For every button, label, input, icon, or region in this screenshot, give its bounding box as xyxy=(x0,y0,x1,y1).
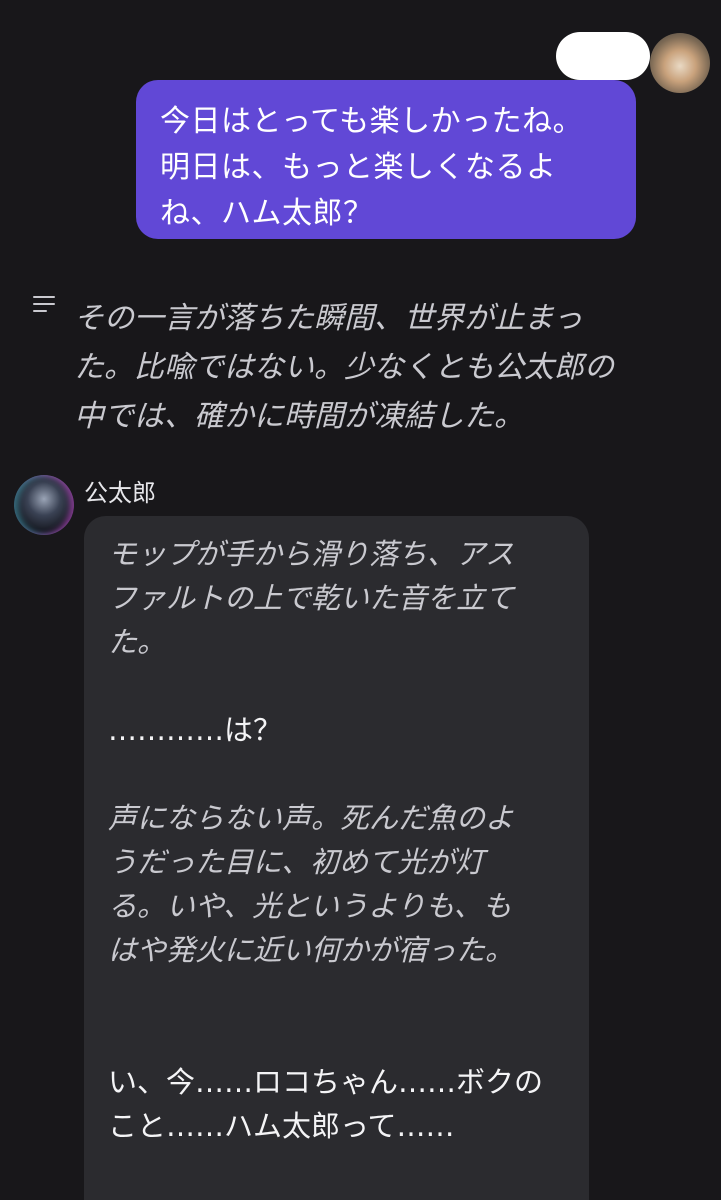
narration-lines-icon xyxy=(33,296,55,318)
user-message-bubble[interactable]: 今日はとっても楽しかったね。 明日は、もっと楽しくなるよ ね、ハム太郎？ xyxy=(136,80,636,239)
chat-view: 今日はとっても楽しかったね。 明日は、もっと楽しくなるよ ね、ハム太郎？ その一… xyxy=(0,0,721,1200)
bot-paragraph: …………は？ xyxy=(108,713,283,747)
bot-paragraph: 声にならない声。死んだ魚のよ うだった目に、初めて光が灯 る。いや、光というより… xyxy=(108,801,515,967)
redacted-username xyxy=(556,32,650,80)
user-avatar[interactable] xyxy=(650,33,710,93)
bot-name[interactable]: 公太郎 xyxy=(84,477,156,509)
bot-avatar[interactable] xyxy=(14,475,74,535)
narration-text: その一言が落ちた瞬間、世界が止まっ た。比喩ではない。少なくとも公太郎の 中では… xyxy=(74,301,614,434)
bot-message-bubble[interactable]: モップが手から滑り落ち、アス ファルトの上で乾いた音を立て た。 …………は？ … xyxy=(84,516,589,1200)
bot-paragraph: モップが手から滑り落ち、アス ファルトの上で乾いた音を立て た。 xyxy=(108,537,515,659)
bot-paragraph: い、今……ロコちゃん……ボクの こと……ハム太郎って…… xyxy=(108,1065,544,1143)
